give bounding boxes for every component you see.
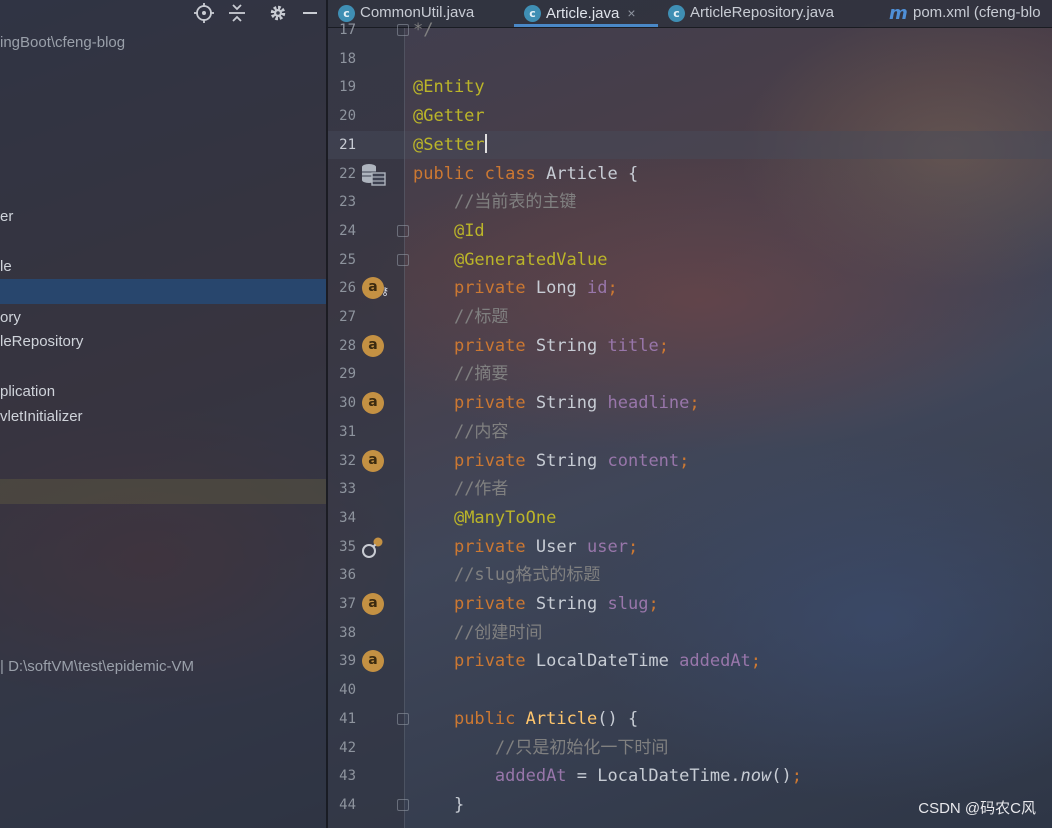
key-icon: ⚷ <box>380 285 389 299</box>
line-number: 17 <box>339 22 356 38</box>
line-number: 28 <box>339 337 356 354</box>
line-number: 35 <box>339 538 356 555</box>
hide-icon[interactable] <box>299 2 321 24</box>
watermark: CSDN @码农C风 <box>918 800 1036 817</box>
line-number: 37 <box>339 596 356 612</box>
gear-icon[interactable] <box>267 2 289 24</box>
line-number: 41 <box>339 710 356 727</box>
fold-icon[interactable] <box>397 798 409 811</box>
editor-tab-bar: c CommonUtil.java c Article.java × c Article… <box>328 0 1052 28</box>
line-number: 36 <box>339 567 356 584</box>
line-number: 19 <box>339 79 356 96</box>
locate-icon[interactable] <box>193 2 215 24</box>
tree-row-item[interactable]: le <box>0 254 326 279</box>
code-line[interactable]: } <box>413 791 464 819</box>
code-line[interactable]: //内容 <box>413 418 508 446</box>
code-line[interactable]: */ <box>413 16 433 44</box>
line-number: 25 <box>339 251 356 268</box>
tree-row-item[interactable]: er <box>0 204 326 229</box>
code-line[interactable]: @Entity <box>413 73 485 101</box>
fold-icon[interactable] <box>397 24 409 36</box>
code-line[interactable]: addedAt = LocalDateTime.now(); <box>413 762 802 790</box>
tab-label: Article.java <box>546 5 620 22</box>
tab-label: pom.xml (cfeng-blo <box>913 4 1041 21</box>
tab-label: ArticleRepository.java <box>690 4 834 21</box>
line-number: 20 <box>339 108 356 125</box>
code-line[interactable]: //创建时间 <box>413 619 542 647</box>
line-number: 26 <box>339 280 356 297</box>
line-number: 39 <box>339 653 356 670</box>
line-number: 44 <box>339 796 356 813</box>
line-number: 22 <box>339 165 356 182</box>
tree-row-item[interactable]: plication <box>0 379 326 404</box>
tree-row-project-path[interactable]: ingBoot\cfeng-blog <box>0 30 326 55</box>
code-line[interactable]: //作者 <box>413 475 508 503</box>
collapse-icon[interactable] <box>226 2 248 24</box>
line-number: 27 <box>339 309 356 325</box>
code-line[interactable]: //摘要 <box>413 360 508 388</box>
close-icon[interactable]: × <box>627 5 635 21</box>
database-table-icon[interactable] <box>360 162 386 186</box>
code-line[interactable]: private LocalDateTime addedAt; <box>413 647 761 675</box>
line-number: 42 <box>339 739 356 756</box>
code-line[interactable]: private String title; <box>413 332 669 360</box>
code-line[interactable]: //当前表的主键 <box>413 188 576 216</box>
code-line[interactable]: private Long id; <box>413 274 618 302</box>
project-panel: ingBoot\cfeng-blog er le ory leRepositor… <box>0 0 326 828</box>
relation-icon[interactable] <box>361 536 385 560</box>
code-line[interactable]: private String slug; <box>413 590 659 618</box>
code-line[interactable]: @ManyToOne <box>413 504 556 532</box>
code-line[interactable]: private String content; <box>413 447 689 475</box>
line-number: 33 <box>339 481 356 498</box>
line-number: 29 <box>339 366 356 383</box>
code-line[interactable]: public Article() { <box>413 705 638 733</box>
line-number: 43 <box>339 768 356 785</box>
gutter-separator <box>404 28 405 828</box>
tree-row-item[interactable]: ory <box>0 305 326 330</box>
code-line[interactable]: private String headline; <box>413 389 700 417</box>
code-line[interactable]: @Getter <box>413 102 485 130</box>
tab-pom-xml[interactable]: m pom.xml (cfeng-blo <box>881 0 1052 27</box>
class-icon: c <box>524 5 541 22</box>
line-number: 38 <box>339 624 356 641</box>
tree-row-selected[interactable] <box>0 279 326 304</box>
line-number: 18 <box>339 50 356 67</box>
line-number: 30 <box>339 395 356 412</box>
code-line[interactable]: public class Article { <box>413 160 638 188</box>
attribute-key-icon[interactable]: a ⚷ <box>362 277 389 300</box>
fold-icon[interactable] <box>397 712 409 725</box>
fold-icon[interactable] <box>397 224 409 237</box>
code-line[interactable]: @Setter <box>413 131 487 159</box>
code-line[interactable]: //只是初始化一下时间 <box>413 734 668 762</box>
attribute-icon[interactable]: a <box>362 593 384 615</box>
code-line[interactable]: @Id <box>413 217 485 245</box>
code-line[interactable]: @GeneratedValue <box>413 246 608 274</box>
tree-row-external-path[interactable]: | D:\softVM\test\epidemic-VM <box>0 654 326 679</box>
class-icon: c <box>668 5 685 22</box>
attribute-icon[interactable]: a <box>362 392 384 415</box>
attribute-icon[interactable]: a <box>362 334 384 357</box>
code-line[interactable]: //slug格式的标题 <box>413 561 600 589</box>
line-number: 32 <box>339 452 356 469</box>
tree-row-highlighted[interactable] <box>0 479 326 504</box>
project-panel-toolbar <box>0 0 326 26</box>
attribute-icon[interactable]: a <box>362 449 384 472</box>
tab-articlerepository[interactable]: c ArticleRepository.java <box>658 0 880 27</box>
fold-icon[interactable] <box>397 253 409 266</box>
maven-icon: m <box>889 3 908 24</box>
line-number: 23 <box>339 194 356 211</box>
code-line[interactable]: //标题 <box>413 303 508 331</box>
tree-row-item[interactable]: leRepository <box>0 329 326 354</box>
tab-article[interactable]: c Article.java × <box>514 0 658 27</box>
line-number: 21 <box>339 136 356 153</box>
line-number: 34 <box>339 509 356 526</box>
text-caret <box>484 133 487 153</box>
tree-row-item[interactable]: vletInitializer <box>0 404 326 429</box>
code-line[interactable]: private User user; <box>413 533 638 561</box>
line-number: 40 <box>339 682 356 699</box>
line-number: 24 <box>339 222 356 239</box>
line-number: 31 <box>339 423 356 440</box>
